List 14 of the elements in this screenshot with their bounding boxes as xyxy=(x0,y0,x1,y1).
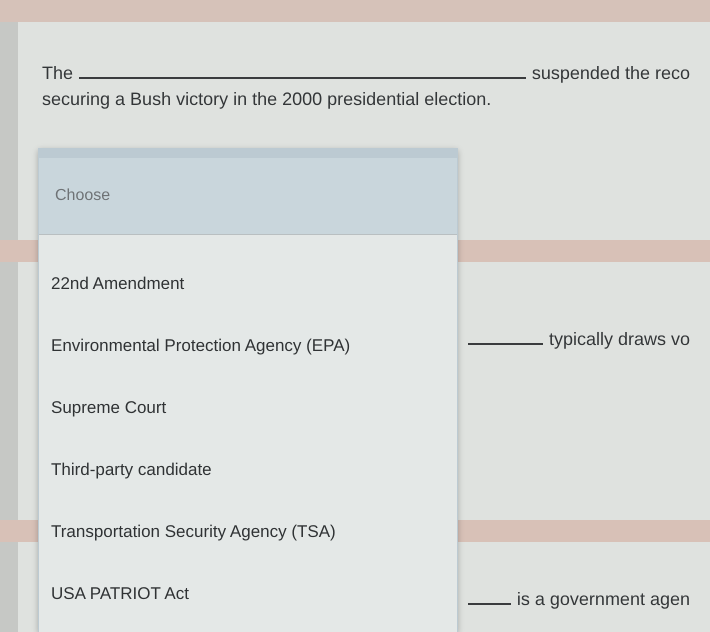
dropdown-option[interactable]: Environmental Protection Agency (EPA) xyxy=(39,315,457,377)
dropdown-option[interactable]: 22nd Amendment xyxy=(39,253,457,315)
dropdown-option[interactable]: Supreme Court xyxy=(39,377,457,439)
question-text: The xyxy=(42,62,74,84)
dropdown-option[interactable]: USA PATRIOT Act xyxy=(39,563,457,625)
question-text: suspended the reco xyxy=(532,62,690,84)
fill-in-line[interactable] xyxy=(468,343,543,345)
dropdown-option[interactable]: Transportation Security Agency (TSA) xyxy=(39,501,457,563)
question-text: securing a Bush victory in the 2000 presidential election. xyxy=(42,88,492,110)
fill-in-line[interactable] xyxy=(468,603,511,605)
question-text: typically draws vo xyxy=(548,328,690,350)
dropdown-option[interactable]: Third-party candidate xyxy=(39,439,457,501)
question-text: is a government agen xyxy=(516,588,690,610)
fill-in-line[interactable] xyxy=(79,77,526,79)
